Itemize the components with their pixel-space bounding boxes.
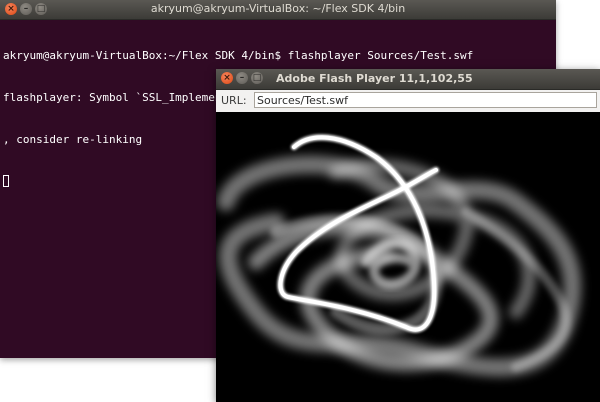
terminal-cursor: [3, 175, 9, 187]
url-bar: URL: Sources/Test.swf: [216, 90, 600, 113]
flash-stage[interactable]: [216, 112, 600, 402]
url-field[interactable]: Sources/Test.swf: [254, 92, 597, 108]
flash-title: Adobe Flash Player 11,1,102,55: [276, 72, 473, 85]
close-icon[interactable]: ×: [221, 72, 233, 84]
flash-player-window[interactable]: × – □ Adobe Flash Player 11,1,102,55 URL…: [216, 69, 600, 402]
maximize-icon[interactable]: □: [251, 72, 263, 84]
window-controls: × – □: [221, 72, 263, 84]
terminal-title: akryum@akryum-VirtualBox: ~/Flex SDK 4/b…: [150, 2, 406, 15]
minimize-icon[interactable]: –: [236, 72, 248, 84]
desktop: × – □ akryum@akryum-VirtualBox: ~/Flex S…: [0, 0, 600, 402]
stage-drawing: [217, 134, 582, 377]
flash-titlebar[interactable]: × – □ Adobe Flash Player 11,1,102,55: [216, 69, 600, 90]
terminal-titlebar[interactable]: × – □ akryum@akryum-VirtualBox: ~/Flex S…: [0, 0, 556, 20]
blurred-strokes: [217, 155, 582, 377]
url-label: URL:: [221, 94, 247, 107]
terminal-line: akryum@akryum-VirtualBox:~/Flex SDK 4/bi…: [3, 49, 474, 62]
